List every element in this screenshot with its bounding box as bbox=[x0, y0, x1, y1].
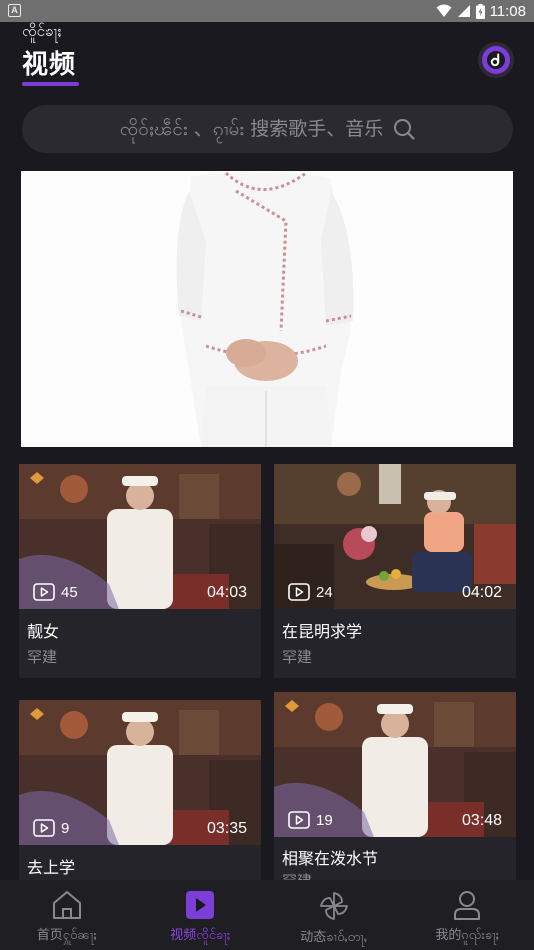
wifi-icon bbox=[436, 4, 452, 17]
banner-photo bbox=[21, 171, 513, 447]
video-title: 相聚在泼水节 bbox=[282, 849, 379, 868]
video-thumbnail: 45 04:03 bbox=[19, 464, 261, 609]
video-duration: 03:48 bbox=[461, 812, 502, 829]
video-title: 在昆明求学 bbox=[282, 622, 363, 641]
video-duration: 04:03 bbox=[206, 584, 247, 601]
video-thumbnail: 9 03:35 bbox=[19, 700, 261, 845]
battery-icon bbox=[475, 3, 485, 19]
tab-home[interactable]: 首页ႁူဝ်ၼႃႈ bbox=[0, 880, 134, 950]
play-count: 19 bbox=[288, 811, 333, 829]
video-card[interactable]: 9 03:35 去上学 bbox=[19, 700, 261, 880]
page-title: 视频 bbox=[22, 50, 77, 80]
user-icon bbox=[454, 891, 481, 920]
status-time: 11:08 bbox=[489, 2, 526, 20]
video-artist: 罕建 bbox=[282, 648, 313, 666]
video-play-icon bbox=[186, 891, 215, 919]
play-count: 24 bbox=[288, 583, 333, 601]
bottom-tab-bar: 首页ႁူဝ်ၼႃႈ 视频ၸိူင်ၶႃႈ 动态ၶၢဝ်ႇတႃႇ 我的ၵူၺ်းၶ… bbox=[0, 880, 534, 950]
search-bar[interactable]: ၸိုဝ်ႈၽဵင်း 、ၵႂၢမ်း 搜索歌手、音乐 bbox=[22, 105, 513, 153]
status-bar: A 11:08 bbox=[0, 0, 534, 22]
video-artist: 罕建 bbox=[282, 870, 312, 880]
music-disc-icon bbox=[482, 46, 510, 74]
app-notification-icon: A bbox=[8, 4, 21, 17]
video-title: 靓女 bbox=[27, 622, 60, 641]
video-duration: 03:35 bbox=[206, 820, 247, 837]
play-count-value: 45 bbox=[61, 583, 78, 601]
banner-image[interactable] bbox=[21, 171, 513, 447]
play-count-icon bbox=[288, 583, 310, 601]
video-duration: 04:02 bbox=[461, 584, 502, 601]
video-card[interactable]: 19 03:48 相聚在泼水节 罕建 bbox=[274, 692, 516, 880]
status-indicators: 11:08 bbox=[436, 2, 526, 20]
play-count-value: 24 bbox=[316, 583, 333, 601]
play-count-icon bbox=[288, 811, 310, 829]
tab-label: 首页ႁူဝ်ၼႃႈ bbox=[36, 928, 97, 943]
search-placeholder: ၸိုဝ်ႈၽဵင်း 、ၵႂၢမ်း 搜索歌手、音乐 bbox=[119, 117, 384, 140]
music-disc-button[interactable] bbox=[478, 42, 514, 78]
video-thumbnail: 19 03:48 bbox=[274, 692, 516, 837]
tab-video[interactable]: 视频ၸိူင်ၶႃႈ bbox=[134, 880, 268, 950]
tab-moments[interactable]: 动态ၶၢဝ်ႇတႃႇ bbox=[267, 880, 401, 950]
play-count: 45 bbox=[33, 583, 78, 601]
home-icon bbox=[52, 891, 81, 919]
video-card[interactable]: 45 04:03 靓女 罕建 bbox=[19, 464, 261, 678]
play-count-icon bbox=[33, 583, 55, 601]
signal-icon bbox=[457, 5, 470, 17]
search-icon bbox=[394, 119, 415, 140]
play-count-value: 9 bbox=[61, 819, 70, 837]
video-artist: 罕建 bbox=[27, 648, 58, 666]
play-count-value: 19 bbox=[316, 811, 333, 829]
video-title: 去上学 bbox=[27, 858, 76, 877]
tab-profile[interactable]: 我的ၵူၺ်းၶႃႈ bbox=[401, 880, 534, 950]
title-underline bbox=[22, 82, 79, 86]
play-count: 9 bbox=[33, 819, 69, 837]
tab-label: 我的ၵူၺ်းၶႃႈ bbox=[435, 928, 500, 943]
page-subtitle: ၸိူင်ၶႃႈ bbox=[22, 22, 62, 40]
video-thumbnail: 24 04:02 bbox=[274, 464, 516, 609]
pinwheel-icon bbox=[319, 892, 348, 920]
tab-label: 动态ၶၢဝ်ႇတႃႇ bbox=[300, 930, 368, 945]
tab-label: 视频ၸိူင်ၶႃႈ bbox=[170, 928, 231, 943]
play-count-icon bbox=[33, 819, 55, 837]
video-card[interactable]: 24 04:02 在昆明求学 罕建 bbox=[274, 464, 516, 678]
